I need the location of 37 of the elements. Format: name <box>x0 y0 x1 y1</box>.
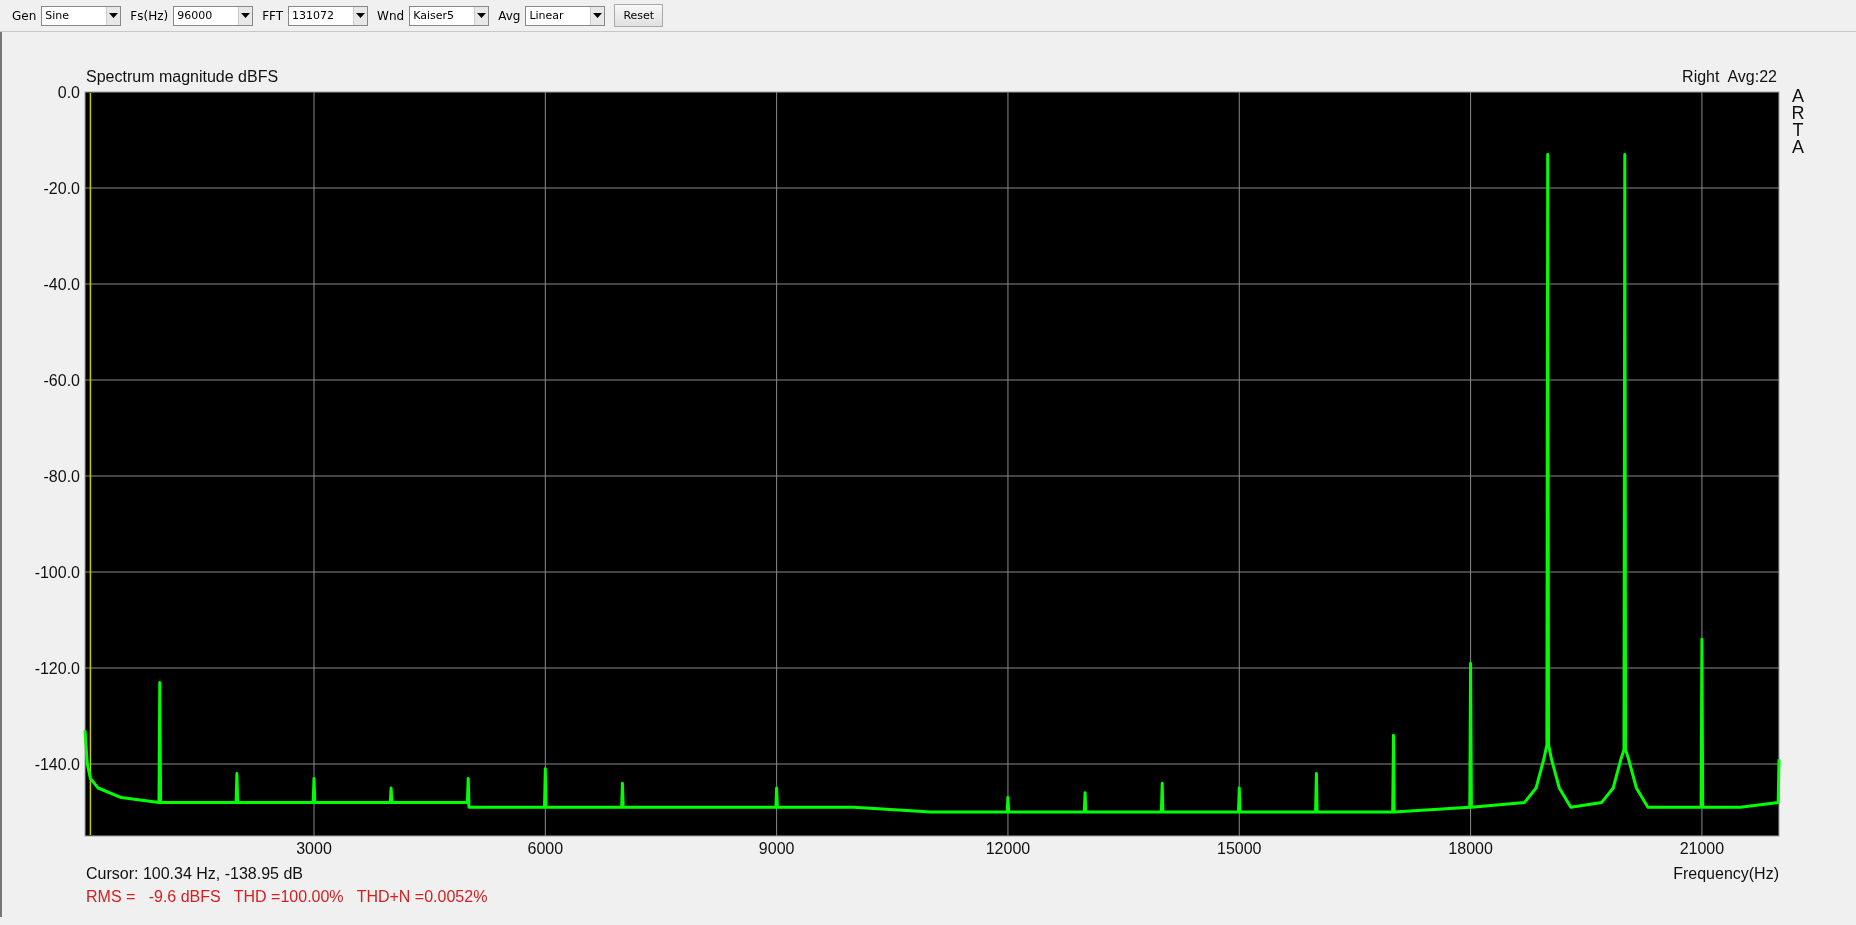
y-tick-label: -100.0 <box>34 564 80 581</box>
channel-average-label: Right Avg:22 <box>1682 68 1777 85</box>
y-tick-label: -20.0 <box>43 180 80 197</box>
y-tick-label: -40.0 <box>43 276 80 293</box>
field-label: Wnd <box>377 8 405 23</box>
x-tick-label: 3000 <box>296 840 332 857</box>
x-tick-label: 15000 <box>1217 840 1262 857</box>
cursor-readout: Cursor: 100.34 Hz, -138.95 dB <box>86 865 303 882</box>
x-tick-label: 21000 <box>1679 840 1725 857</box>
field-label: Avg <box>498 8 521 23</box>
y-tick-label: -80.0 <box>43 468 80 485</box>
dropdown[interactable]: Sine <box>41 5 122 26</box>
chart-title: Spectrum magnitude dBFS <box>86 68 279 85</box>
brand-label: ARTA <box>1791 86 1805 157</box>
caret-icon <box>353 6 368 25</box>
caret-icon <box>474 6 489 25</box>
field-label: FFT <box>262 8 284 23</box>
caret-icon <box>106 6 121 25</box>
reset-button[interactable]: Reset <box>614 4 664 27</box>
field-label: Gen <box>12 8 37 23</box>
field-label: Fs(Hz) <box>130 8 169 23</box>
x-tick-label: 18000 <box>1448 840 1493 857</box>
y-tick-label: 0.0 <box>57 84 80 101</box>
dropdown[interactable]: Kaiser5 <box>409 5 490 26</box>
x-tick-label: 12000 <box>985 840 1031 857</box>
y-tick-label: -120.0 <box>34 660 80 677</box>
y-tick-label: -140.0 <box>34 756 80 773</box>
x-tick-label: 6000 <box>527 840 564 857</box>
x-tick-label: 9000 <box>758 840 795 857</box>
dropdown[interactable]: Linear <box>525 5 606 26</box>
measurement-readout: RMS = -9.6 dBFS THD =100.00% THD+N =0.0052% <box>86 888 488 905</box>
dropdown[interactable]: 131072 <box>288 5 369 26</box>
y-tick-label: -60.0 <box>43 372 80 389</box>
caret-icon <box>590 6 605 25</box>
dropdown[interactable]: 96000 <box>173 5 254 26</box>
caret-icon <box>238 6 253 25</box>
x-axis-label: Frequency(Hz) <box>1673 865 1779 882</box>
